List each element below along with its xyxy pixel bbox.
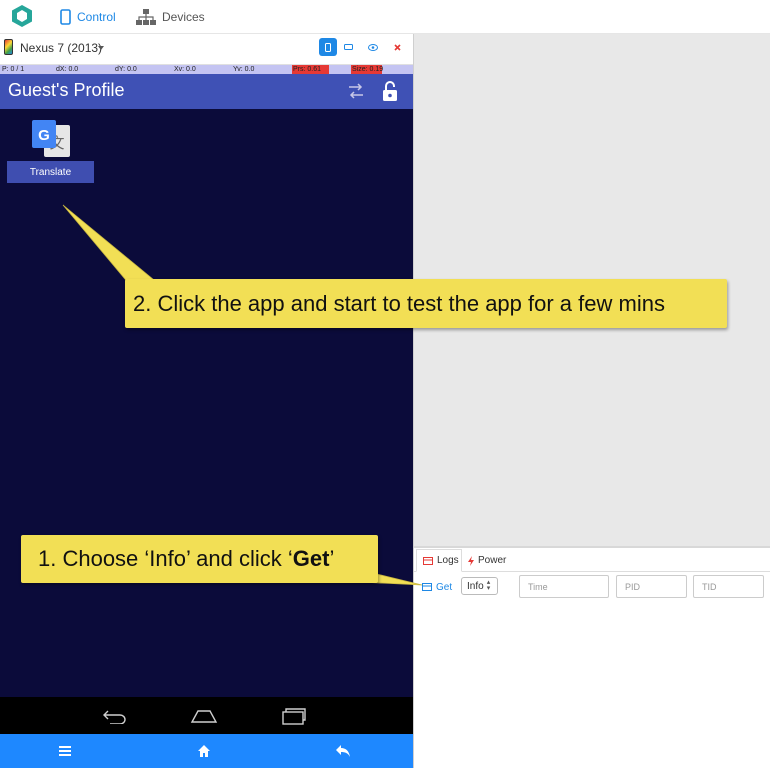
log-level-select[interactable]: Info ▴ ▾ (461, 577, 498, 595)
device-toolbar: Nexus 7 (2013) (0, 34, 413, 65)
reply-back-icon[interactable] (335, 743, 351, 759)
svg-text:G: G (38, 127, 50, 144)
portrait-button[interactable] (319, 38, 337, 56)
callout-step-1-prefix: 1. Choose ‘Info’ and click ‘ (38, 546, 293, 571)
callout-step-2-text: 2. Click the app and start to test the a… (133, 290, 665, 316)
android-home-icon[interactable] (190, 706, 218, 724)
android-nav-bar (0, 697, 413, 734)
time-filter-input[interactable]: Time (519, 575, 609, 598)
pointer-count: P: 0 / 1 (2, 66, 25, 73)
pointer-yv: Yv: 0.0 (233, 66, 255, 73)
mobile-icon (60, 9, 71, 25)
device-control-bar (0, 734, 413, 768)
view-button[interactable] (364, 38, 382, 56)
pointer-location-overlay: P: 0 / 1 dX: 0.0 dY: 0.0 Xv: 0.0 Yv: 0.0… (0, 65, 413, 74)
tab-control[interactable]: Control (60, 6, 116, 28)
callout-step-1: 1. Choose ‘Info’ and click ‘Get’ (21, 535, 378, 583)
tab-power-label: Power (478, 555, 507, 566)
profile-title: Guest's Profile (8, 80, 125, 100)
tab-logs[interactable]: Logs (416, 549, 462, 572)
pointer-dx: dX: 0.0 (56, 66, 79, 73)
pointer-xv: Xv: 0.0 (174, 66, 196, 73)
pointer-dy: dY: 0.0 (115, 66, 137, 73)
eye-icon (368, 43, 378, 51)
tab-devices[interactable]: Devices (136, 6, 205, 28)
translate-app-label[interactable]: Translate (7, 161, 94, 183)
select-arrows-icon: ▴ ▾ (486, 579, 491, 592)
tab-logs-label: Logs (437, 555, 459, 566)
translate-app-icon[interactable]: 文 G (31, 119, 71, 159)
get-logs-button[interactable]: Get (422, 578, 452, 596)
tab-power[interactable]: Power (468, 549, 506, 572)
switch-user-icon[interactable] (347, 81, 365, 101)
tid-filter-input[interactable]: TID (693, 575, 764, 598)
callout-step-1-bold: Get (292, 546, 330, 571)
get-logs-label: Get (436, 581, 453, 593)
caret-down-icon[interactable] (98, 46, 104, 50)
android-back-icon[interactable] (102, 708, 128, 724)
device-thumbnail-icon (4, 39, 13, 55)
log-level-value: Info (467, 580, 484, 592)
profile-app-bar: Guest's Profile (0, 74, 413, 109)
sitemap-icon (136, 9, 156, 25)
lock-icon[interactable] (381, 80, 399, 102)
close-icon (393, 43, 401, 51)
portrait-icon (325, 42, 331, 52)
callout-step-1-suffix: ’ (329, 546, 335, 571)
landscape-icon (343, 44, 353, 50)
home-icon[interactable] (197, 744, 211, 758)
list-icon (423, 556, 433, 565)
pointer-size: Size: 0.19 (351, 65, 384, 74)
bolt-icon (468, 555, 474, 566)
pid-filter-input[interactable]: PID (616, 575, 687, 598)
close-device-button[interactable] (388, 38, 406, 56)
menu-icon[interactable] (58, 744, 72, 758)
tab-devices-label: Devices (162, 10, 205, 24)
callout-step-2: 2. Click the app and start to test the a… (125, 279, 727, 328)
landscape-button[interactable] (339, 38, 357, 56)
device-selector[interactable]: Nexus 7 (2013) (20, 41, 102, 55)
pointer-pressure: Prs: 0.61 (292, 65, 329, 74)
list-icon (422, 583, 432, 591)
android-recents-icon[interactable] (281, 707, 307, 725)
stf-logo-icon[interactable] (10, 4, 34, 28)
tab-control-label: Control (77, 10, 116, 24)
